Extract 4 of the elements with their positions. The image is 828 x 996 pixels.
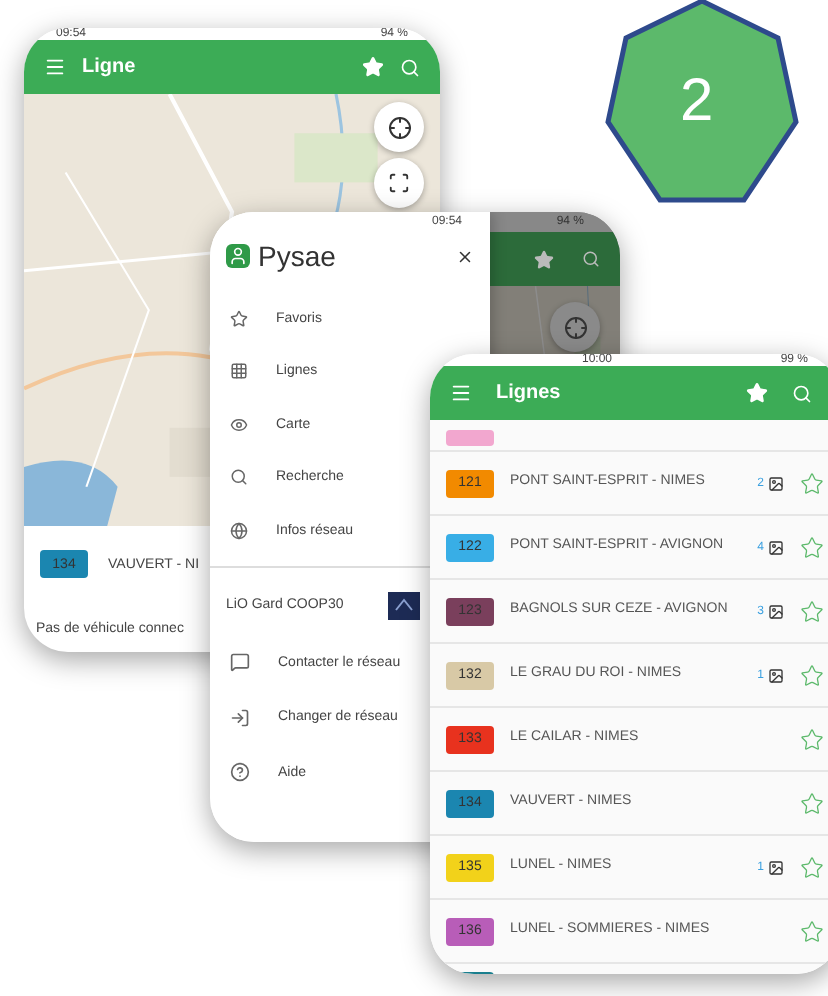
screen-title: Lignes (496, 382, 563, 404)
step-number: 2 (680, 72, 714, 132)
app-name: Pysae (258, 240, 338, 272)
screen-title: Ligne (82, 56, 138, 78)
